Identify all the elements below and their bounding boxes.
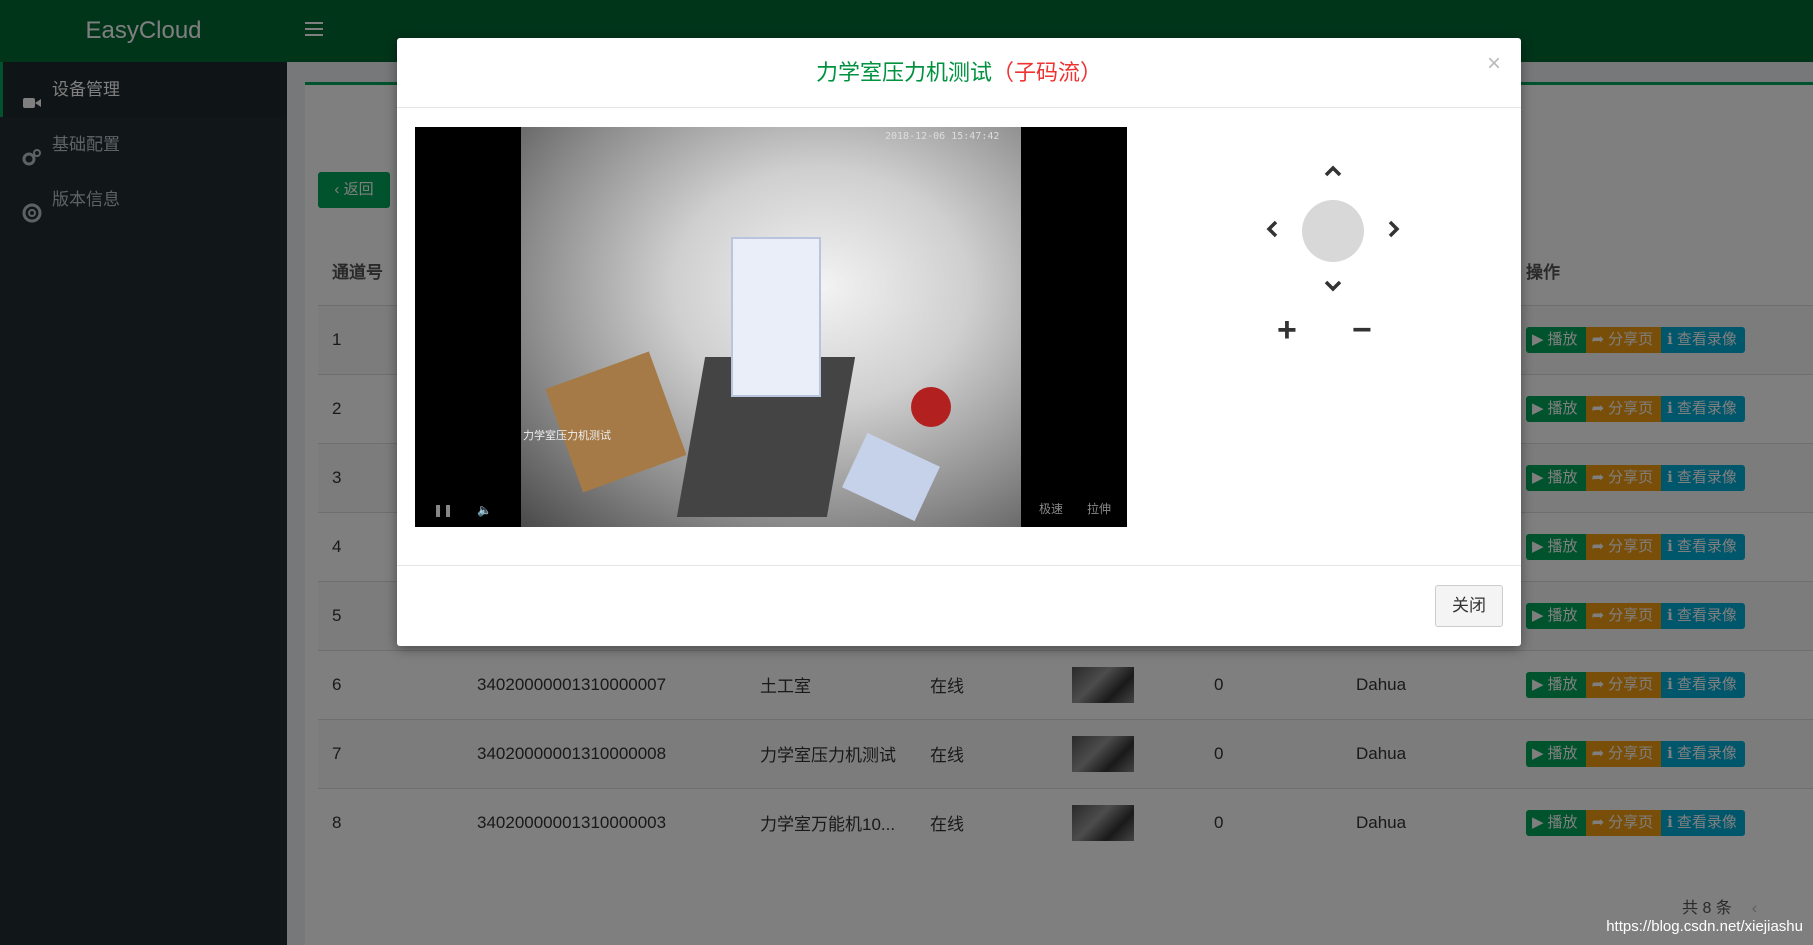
- video-timestamp: 2018-12-06 15:47:42: [885, 131, 1000, 142]
- video-modal: 力学室压力机测试（子码流） × 2018-12-06 15:47:42 力学室压…: [397, 38, 1521, 646]
- volume-icon[interactable]: 🔈: [477, 503, 492, 517]
- modal-subtitle: （子码流）: [992, 60, 1103, 85]
- zoom-in-button[interactable]: +: [1277, 313, 1297, 347]
- ptz-control: + −: [1237, 143, 1437, 363]
- video-osd-label: 力学室压力机测试: [523, 430, 611, 442]
- chevron-down-icon[interactable]: [1323, 276, 1343, 296]
- close-button[interactable]: 关闭: [1435, 585, 1503, 627]
- stretch-button[interactable]: 拉伸: [1087, 500, 1111, 517]
- modal-title: 力学室压力机测试: [815, 60, 992, 85]
- speed-button[interactable]: 极速: [1039, 500, 1063, 517]
- video-frame: [521, 127, 1021, 527]
- chevron-up-icon[interactable]: [1323, 161, 1343, 181]
- modal-header: 力学室压力机测试（子码流）: [397, 38, 1521, 108]
- close-icon[interactable]: ×: [1487, 52, 1501, 76]
- zoom-out-button[interactable]: −: [1352, 313, 1372, 347]
- chevron-right-icon[interactable]: [1384, 219, 1404, 239]
- chevron-left-icon[interactable]: [1262, 219, 1282, 239]
- pause-icon[interactable]: ❚❚: [433, 503, 453, 517]
- watermark-text: https://blog.csdn.net/xiejiashu: [1606, 918, 1803, 935]
- modal-footer: 关闭: [397, 565, 1521, 646]
- video-player[interactable]: 2018-12-06 15:47:42 力学室压力机测试 ❚❚ 🔈 极速 拉伸: [415, 127, 1127, 527]
- ptz-center-button[interactable]: [1302, 200, 1364, 262]
